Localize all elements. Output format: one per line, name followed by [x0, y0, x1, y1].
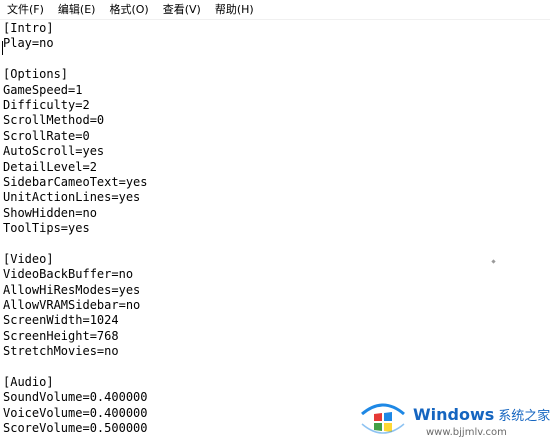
menu-edit[interactable]: 编辑(E) [51, 0, 103, 19]
watermark-title: Windows 系统之家 [413, 405, 550, 424]
text-line: VoiceVolume=0.400000 [3, 405, 148, 420]
text-editor-area[interactable]: [Intro] Play=no [Options] GameSpeed=1 Diffic… [0, 20, 550, 446]
text-line: [Options] [3, 67, 69, 82]
logo-pane-green [374, 423, 382, 431]
text-line: VideoBackBuffer=no [3, 267, 134, 282]
text-line: Play=no [3, 36, 54, 51]
text-line: SidebarCameoText=yes [3, 174, 148, 189]
menu-file[interactable]: 文件(F) [0, 0, 51, 19]
text-line: AutoScroll=yes [3, 144, 105, 159]
text-line: Difficulty=2 [3, 97, 90, 112]
text-line: ScrollRate=0 [3, 128, 90, 143]
text-line: SoundVolume=0.400000 [3, 390, 148, 405]
text-line [3, 52, 148, 67]
watermark-url: www.bjjmlv.com [426, 427, 507, 438]
text-line: AllowHiResModes=yes [3, 282, 141, 297]
text-line: [Audio] [3, 374, 54, 389]
menu-bar: 文件(F) 编辑(E) 格式(O) 查看(V) 帮助(H) [0, 0, 550, 20]
logo-pane-yellow [384, 423, 392, 432]
logo-pane-red [374, 413, 382, 421]
text-line: ToolTips=yes [3, 221, 90, 236]
watermark: Windows 系统之家 www.bjjmlv.com [360, 398, 550, 444]
text-line: ScoreVolume=0.500000 [3, 421, 148, 436]
document-text[interactable]: [Intro] Play=no [Options] GameSpeed=1 Diffic… [3, 21, 148, 437]
menu-help[interactable]: 帮助(H) [208, 0, 261, 19]
menu-format[interactable]: 格式(O) [102, 0, 155, 19]
text-line: StretchMovies=no [3, 344, 119, 359]
text-line: ShowHidden=no [3, 205, 97, 220]
text-line: ScreenHeight=768 [3, 328, 119, 343]
text-line: [Video] [3, 251, 54, 266]
watermark-subtitle: 系统之家 [498, 409, 550, 424]
windows-logo-icon [361, 403, 405, 434]
text-line: ScreenWidth=1024 [3, 313, 119, 328]
watermark-brand: Windows [413, 405, 495, 424]
text-line: ScrollMethod=0 [3, 113, 105, 128]
menu-view[interactable]: 查看(V) [156, 0, 208, 19]
text-line: GameSpeed=1 [3, 82, 83, 97]
text-line: DetailLevel=2 [3, 159, 97, 174]
text-caret [2, 41, 3, 55]
text-line: [Intro] [3, 21, 54, 35]
mouse-pointer-mark [491, 259, 496, 264]
text-line [3, 236, 148, 251]
text-line: UnitActionLines=yes [3, 190, 141, 205]
logo-pane-blue [384, 412, 392, 421]
text-line: AllowVRAMSidebar=no [3, 298, 141, 313]
text-line [3, 360, 148, 375]
